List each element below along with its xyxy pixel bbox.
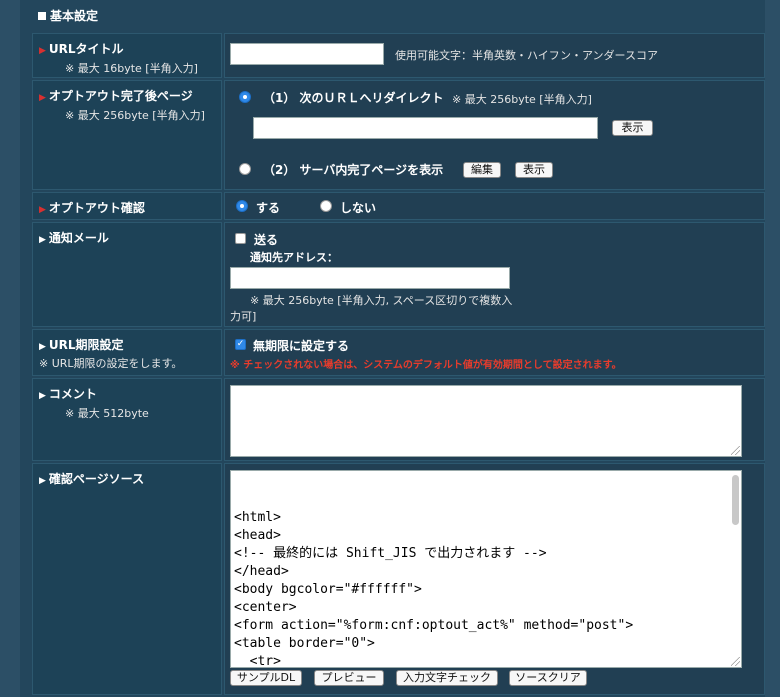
url-title-input[interactable] [230,43,384,65]
value-cell: （1） 次のＵＲＬへリダイレクト ※ 最大 256byte [半角入力] 表示 … [224,80,765,190]
redirect-url-input[interactable] [253,117,598,139]
source-line: <tr> [234,654,281,668]
redirect-show-button[interactable]: 表示 [612,120,653,136]
confirm-no-label: しない [340,201,377,215]
label-cell: ▶ コメント ※ 最大 512byte [32,378,222,461]
sample-dl-button[interactable]: サンプルDL [230,670,302,686]
triangle-icon: ▶ [39,235,46,245]
source-line: <body bgcolor="#ffffff"> [234,582,422,597]
url-expiry-sub: ※ URL期限の設定をします。 [39,357,183,370]
label-cell: ▶ オプトアウト完了後ページ ※ 最大 256byte [半角入力] [32,80,222,190]
source-line: <!-- 最終的には Shift_JIS で出力されます --> [234,546,547,561]
row-confirm-source: ▶ 確認ページソース <html> <head> <!-- 最終的には Shift_J… [32,463,765,695]
unlimited-label: 無期限に設定する [253,339,350,353]
optout-page-sub: ※ 最大 256byte [半角入力] [65,109,205,122]
confirm-yes-label: する [256,201,281,215]
comment-label: コメント [48,387,97,401]
required-marker-icon: ▶ [39,93,46,103]
radio-server-page[interactable] [239,163,251,175]
notify-address-input[interactable] [230,267,510,289]
resize-handle-icon[interactable] [731,657,740,666]
url-expiry-label: URL期限設定 [48,338,124,352]
row-notify-mail: ▶ 通知メール 送る 通知先アドレス： ※ 最大 256byte [半角入力, ス… [32,222,765,327]
row-url-title: ▶ URLタイトル ※ 最大 16byte [半角入力] 使用可能文字：半角英数・… [32,33,765,78]
expiry-warning: ※ チェックされない場合は、システムのデフォルト値が有効期間として設定されます。 [230,360,622,371]
notify-mail-label: 通知メール [48,231,109,245]
value-cell: 送る 通知先アドレス： ※ 最大 256byte [半角入力, スペース区切りで… [224,222,765,327]
confirm-source-label: 確認ページソース [48,472,145,486]
row-url-expiry: ▶ URL期限設定 ※ URL期限の設定をします。 ✓ 無期限に設定する ※ チェ… [32,329,765,376]
value-cell [224,378,765,461]
value-cell: ✓ 無期限に設定する ※ チェックされない場合は、システムのデフォルト値が有効期… [224,329,765,376]
option-redirect-label: （1） 次のＵＲＬへリダイレクト [263,91,444,105]
notify-note-line1: ※ 最大 256byte [半角入力, スペース区切りで複数入 [250,294,513,307]
input-check-button[interactable]: 入力文字チェック [396,670,498,686]
square-icon [38,12,46,20]
url-title-hint: 使用可能文字：半角英数・ハイフン・アンダースコア [395,49,659,62]
server-page-show-button[interactable]: 表示 [515,162,553,178]
comment-sub: ※ 最大 512byte [65,407,149,420]
comment-textarea[interactable] [230,385,742,457]
url-title-sub: ※ 最大 16byte [半角入力] [65,62,198,75]
section-title: 基本設定 [38,7,98,24]
row-optout-confirm: ▶ オプトアウト確認 する しない [32,192,765,220]
notify-note-line2: 力可] [230,310,257,323]
triangle-icon: ▶ [39,391,46,401]
address-label: 通知先アドレス： [250,251,338,264]
value-cell: する しない [224,192,765,220]
source-textarea[interactable]: <html> <head> <!-- 最終的には Shift_JIS で出力されます… [230,470,742,668]
source-line: <form action="%form:cnf:optout_act%" met… [234,618,634,633]
radio-confirm-no[interactable] [320,200,332,212]
radio-redirect[interactable] [239,91,251,103]
source-line: <html> [234,510,281,525]
row-optout-page: ▶ オプトアウト完了後ページ ※ 最大 256byte [半角入力] （1） 次の… [32,80,765,190]
url-title-label: URLタイトル [48,42,124,56]
label-cell: ▶ 確認ページソース [32,463,222,695]
source-line: <head> [234,528,281,543]
optout-confirm-label: オプトアウト確認 [48,201,145,215]
settings-panel: 基本設定 ▶ URLタイトル ※ 最大 16byte [半角入力] 使用可能文字：… [20,0,765,697]
scrollbar[interactable] [732,475,739,525]
required-marker-icon: ▶ [39,46,46,56]
required-marker-icon: ▶ [39,205,46,215]
label-cell: ▶ オプトアウト確認 [32,192,222,220]
option-server-page-label: （2） サーバ内完了ページを表示 [263,163,444,177]
source-line: <table border="0"> [234,636,375,651]
label-cell: ▶ URLタイトル ※ 最大 16byte [半角入力] [32,33,222,78]
optout-page-label: オプトアウト完了後ページ [48,89,193,103]
resize-handle-icon[interactable] [731,446,740,455]
value-cell: <html> <head> <!-- 最終的には Shift_JIS で出力されます… [224,463,765,695]
send-label: 送る [254,233,279,247]
unlimited-checkbox[interactable]: ✓ [235,339,246,350]
source-clear-button[interactable]: ソースクリア [509,670,587,686]
row-comment: ▶ コメント ※ 最大 512byte [32,378,765,461]
value-cell: 使用可能文字：半角英数・ハイフン・アンダースコア [224,33,765,78]
edit-button[interactable]: 編集 [463,162,501,178]
preview-button[interactable]: プレビュー [314,670,384,686]
label-cell: ▶ URL期限設定 ※ URL期限の設定をします。 [32,329,222,376]
triangle-icon: ▶ [39,342,46,352]
radio-confirm-yes[interactable] [236,200,248,212]
triangle-icon: ▶ [39,476,46,486]
send-checkbox[interactable] [235,233,246,244]
option-redirect-note: ※ 最大 256byte [半角入力] [452,93,592,106]
source-line: </head> [234,564,289,579]
source-line: <center> [234,600,297,615]
source-lines: <html> <head> <!-- 最終的には Shift_JIS で出力されます… [234,509,725,668]
label-cell: ▶ 通知メール [32,222,222,327]
